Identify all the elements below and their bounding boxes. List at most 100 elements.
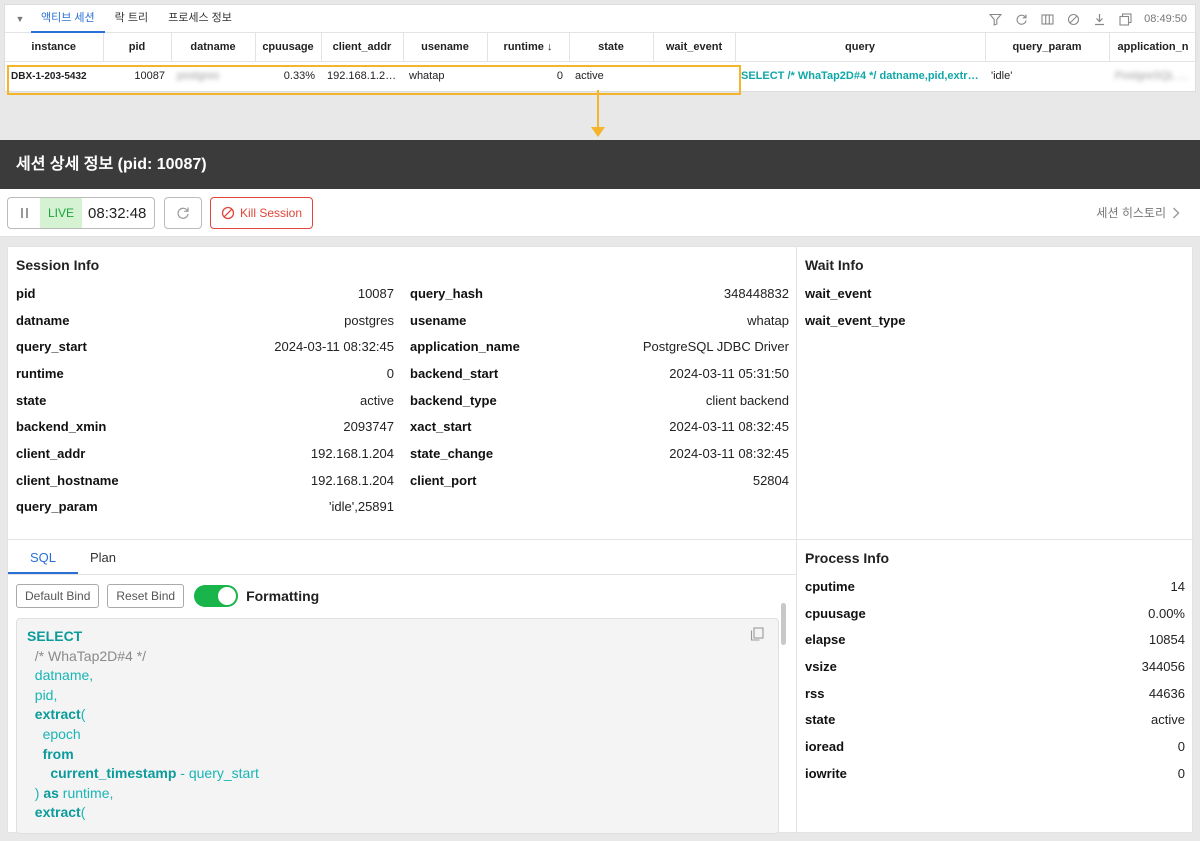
sql-code-line: pid, [27,686,58,706]
download-icon[interactable] [1092,12,1106,26]
default-bind-button[interactable]: Default Bind [16,584,100,608]
tab-plan[interactable]: Plan [78,540,128,574]
sql-code-line: epoch [27,725,81,745]
clock-text: 08:49:50 [1144,13,1187,25]
formatting-toggle[interactable] [194,585,239,607]
copy-icon[interactable] [750,627,764,641]
info-row: state active [16,387,394,414]
info-key: rss [805,685,825,701]
info-key: query_hash [410,285,483,301]
info-key: cpuusage [805,605,866,621]
session-table: instance pid datname cpuusage client_add… [5,33,1198,91]
process-info-title: Process Info [805,550,890,566]
kill-session-button[interactable]: Kill Session [210,197,313,229]
cell-cpuusage: 0.33% [283,70,315,83]
sql-code-line: from [27,745,74,765]
cell-application-name: PostgreSQL JDB [1115,70,1197,83]
code-scrollbar[interactable] [781,603,786,645]
sql-token: extract [34,706,81,723]
session-info-title: Session Info [16,257,100,273]
sql-token: ( [80,706,86,723]
info-row: rss 44636 [805,680,1185,707]
col-query-param[interactable]: query_param [985,33,1110,62]
info-key: client_hostname [16,472,119,488]
sql-token: extract [34,804,81,821]
block-icon[interactable] [1066,12,1080,26]
tab-lock-tree[interactable]: 락 트리 [105,5,158,33]
cell-wait-event [653,61,735,91]
info-key: state [16,392,47,408]
info-key: state [805,712,836,728]
info-value: 2024-03-11 08:32:45 [669,446,789,462]
col-wait-event[interactable]: wait_event [653,33,736,62]
info-value: active [1151,712,1185,728]
info-value: 0 [386,365,394,381]
columns-icon[interactable] [1040,12,1054,26]
session-history-link[interactable]: 세션 히스토리 [1096,197,1180,229]
refresh-button[interactable] [164,197,202,229]
tab-process-info[interactable]: 프로세스 정보 [158,5,242,33]
info-row: pid 10087 [16,280,394,307]
col-instance[interactable]: instance [5,33,104,62]
filter-icon[interactable] [988,12,1002,26]
tab-active-session[interactable]: 액티브 세션 [31,5,105,33]
info-row: xact_start 2024-03-11 08:32:45 [410,414,789,441]
sql-code-line: SELECT [27,627,82,647]
chevron-right-icon [1173,207,1180,219]
live-time: 08:32:48 [88,204,147,222]
callout-arrow-head [591,127,605,137]
col-client-addr[interactable]: client_addr [321,33,404,62]
info-value: 348448832 [723,285,789,301]
wait-info-title: Wait Info [805,257,864,273]
info-key: backend_start [410,365,499,381]
sql-code-line: /* WhaTap2D#4 */ [27,647,146,667]
popup-icon[interactable] [1118,12,1132,26]
col-state[interactable]: state [569,33,654,62]
cell-query: SELECT /* WhaTap2D#4 */ datname,pid,extr… [741,70,985,83]
formatting-label: Formatting [246,588,320,604]
info-row: elapse 10854 [805,626,1185,653]
live-control: LIVE 08:32:48 [7,197,155,229]
refresh-icon[interactable] [1014,12,1028,26]
table-row[interactable]: DBX-1-203-5432 10087 postgres 0.33% 192.… [5,61,1197,91]
info-row: ioread 0 [805,733,1185,760]
info-value: 192.168.1.204 [310,472,394,488]
info-key: runtime [16,365,64,381]
info-row: wait_event_type [805,307,1185,334]
top-tab-bar: ▼ 액티브 세션 락 트리 프로세스 정보 08:49:50 [5,5,1195,33]
info-key: query_param [16,499,98,515]
info-row: wait_event [805,280,1185,307]
col-usename[interactable]: usename [403,33,488,62]
cell-datname: postgres [177,70,220,83]
refresh-icon [177,207,189,219]
info-value: 2024-03-11 08:32:45 [274,339,394,355]
sql-code-box[interactable]: SELECT /* WhaTap2D#4 */ datname, pid, ex… [16,618,779,834]
info-key: vsize [805,658,837,674]
live-badge: LIVE [40,198,83,228]
col-pid[interactable]: pid [103,33,172,62]
col-query[interactable]: query [735,33,986,62]
col-cpuusage[interactable]: cpuusage [255,33,322,62]
collapse-icon[interactable]: ▼ [9,14,31,24]
info-row: state_change 2024-03-11 08:32:45 [410,440,789,467]
info-value: 344056 [1141,658,1185,674]
info-value: 0 [1177,765,1185,781]
reset-bind-button[interactable]: Reset Bind [107,584,185,608]
info-value: 10854 [1148,632,1185,648]
col-application-name[interactable]: application_n [1109,33,1198,62]
pause-icon[interactable] [8,198,40,228]
detail-toolbar: LIVE 08:32:48 Kill Session 세션 히스토리 [0,189,1200,237]
info-key: xact_start [410,419,472,435]
info-row: client_hostname 192.168.1.204 [16,467,394,494]
wait-info-panel: Wait Info wait_event wait_event_type [797,247,1194,540]
info-value: 192.168.1.204 [310,446,394,462]
col-datname[interactable]: datname [171,33,256,62]
info-row: usename whatap [410,307,789,334]
info-value: PostgreSQL JDBC Driver [642,339,789,355]
tab-sql-text[interactable]: SQL Text [8,540,78,600]
col-runtime[interactable]: runtime ↓ [487,33,570,62]
sql-code-line: ) as runtime, [27,784,114,804]
info-row: iowrite 0 [805,760,1185,787]
sql-token: epoch [42,726,81,742]
sql-code-line: extract( [27,803,86,823]
